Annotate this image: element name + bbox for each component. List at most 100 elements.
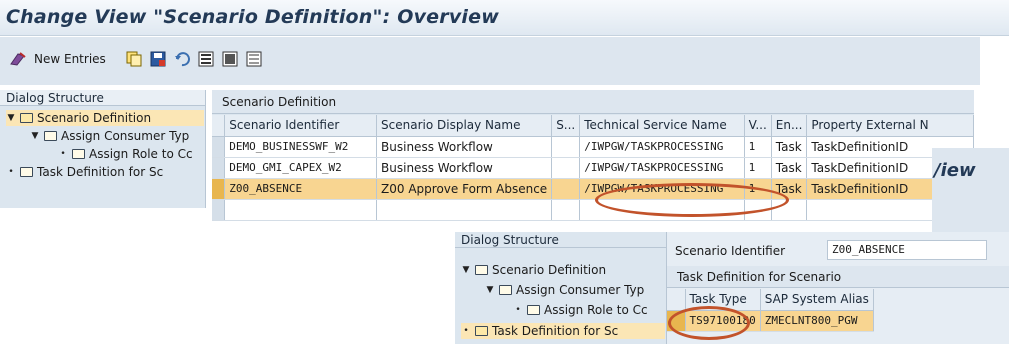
overlay-detail-area: Scenario Identifier Z00_ABSENCE Task Def… (667, 232, 1009, 344)
copy-button[interactable] (126, 49, 142, 69)
column-header[interactable]: S... (551, 115, 581, 137)
tree-item-scenario-definition[interactable]: ▼ Scenario Definition (6, 110, 204, 126)
expand-icon[interactable]: ▼ (485, 282, 495, 298)
row-selector[interactable] (212, 178, 226, 200)
bullet-icon: • (463, 326, 469, 336)
save-button[interactable] (150, 49, 166, 69)
row-selector[interactable] (212, 199, 226, 221)
cell-identifier[interactable]: DEMO_GMI_CAPEX_W2 (224, 157, 378, 179)
column-header[interactable]: Technical Service Name (579, 115, 745, 137)
cell-version[interactable]: 1 (744, 178, 772, 200)
tree-item-label: Scenario Definition (37, 111, 152, 125)
column-header[interactable]: En... (771, 115, 808, 137)
empty-cell[interactable] (771, 199, 808, 221)
cell-identifier[interactable]: DEMO_BUSINESSWF_W2 (224, 136, 378, 158)
cell-version[interactable]: 1 (744, 136, 772, 158)
empty-cell[interactable] (224, 199, 378, 221)
tree-item-label: Assign Role to Cc (89, 147, 193, 161)
cell-entity[interactable]: Task (771, 157, 808, 179)
undo-button[interactable] (174, 49, 190, 69)
tree-item-task-definition[interactable]: • Task Definition for Sc (6, 164, 163, 180)
deselect-button[interactable] (246, 49, 262, 69)
cell-service[interactable]: /IWPGW/TASKPROCESSING (579, 178, 745, 200)
select-all-button[interactable] (198, 49, 214, 69)
cell-display-name[interactable]: Z00 Approve Form Absence (376, 178, 553, 200)
folder-icon (475, 265, 488, 275)
cell-system-alias[interactable]: ZMECLNT800_PGW (760, 310, 874, 332)
scenario-identifier-label: Scenario Identifier (675, 244, 786, 258)
column-header[interactable]: Scenario Display Name (376, 115, 553, 137)
cell-s[interactable] (551, 157, 581, 179)
save-icon (150, 51, 166, 67)
cell-task-type[interactable]: TS97100180 (685, 310, 761, 332)
task-definition-caption: Task Definition for Scenario (667, 266, 1009, 288)
background-title-fragment: /iew (934, 160, 976, 181)
overlay-dialog-structure-panel: Dialog Structure ▼ Scenario Definition ▼… (455, 232, 667, 344)
folder-icon (72, 149, 85, 159)
empty-cell[interactable] (744, 199, 772, 221)
column-header[interactable]: SAP System Alias (760, 289, 874, 311)
select-all-icon (198, 51, 214, 67)
cell-display-name[interactable]: Business Workflow (376, 157, 553, 179)
column-header[interactable]: Property External N (806, 115, 974, 137)
expand-icon[interactable]: ▼ (461, 262, 471, 278)
tree-item-label: Task Definition for Sc (37, 165, 164, 179)
page-title: Change View "Scenario Definition": Overv… (6, 6, 499, 28)
title-bar: Change View "Scenario Definition": Overv… (0, 0, 1009, 36)
tree-item-assign-role[interactable]: • Assign Role to Cc (58, 146, 193, 162)
folder-icon (44, 131, 57, 141)
tree-item-assign-consumer-type[interactable]: ▼ Assign Consumer Typ (30, 128, 190, 144)
cell-entity[interactable]: Task (771, 178, 808, 200)
cell-s[interactable] (551, 136, 581, 158)
overlay-tree-item-task-definition[interactable]: • Task Definition for Sc (461, 323, 665, 339)
row-selector-header[interactable] (212, 115, 226, 137)
scenario-definition-grid: Scenario Definition Scenario Identifier … (212, 90, 974, 221)
overlay-tree-item-assign-role[interactable]: • Assign Role to Cc (513, 302, 647, 318)
cell-display-name[interactable]: Business Workflow (376, 136, 553, 158)
undo-icon (175, 52, 190, 67)
column-header[interactable]: Scenario Identifier (224, 115, 378, 137)
cell-service[interactable]: /IWPGW/TASKPROCESSING (579, 136, 745, 158)
cell-entity[interactable]: Task (771, 136, 808, 158)
row-selector-header[interactable] (667, 289, 686, 311)
bullet-icon: • (515, 305, 521, 315)
empty-cell[interactable] (376, 199, 553, 221)
dialog-structure-panel: Dialog Structure ▼ Scenario Definition ▼… (0, 90, 206, 208)
background-window-fragment: /iew (932, 148, 1009, 232)
task-definition-table: Task Type SAP System Alias TS97100180 ZM… (667, 289, 874, 332)
cell-service[interactable]: /IWPGW/TASKPROCESSING (579, 157, 745, 179)
table-row-selected[interactable]: TS97100180 ZMECLNT800_PGW (667, 310, 874, 332)
expand-icon[interactable]: ▼ (30, 128, 40, 144)
row-selector[interactable] (212, 157, 226, 179)
new-entries-button[interactable]: New Entries (8, 49, 106, 69)
table-row[interactable]: DEMO_BUSINESSWF_W2 Business Workflow /IW… (212, 136, 974, 158)
scenario-identifier-field[interactable]: Z00_ABSENCE (827, 240, 987, 260)
cell-s[interactable] (551, 178, 581, 200)
new-entries-label: New Entries (34, 52, 106, 66)
deselect-icon (246, 51, 262, 67)
cell-version[interactable]: 1 (744, 157, 772, 179)
overlay-tree-item-assign-consumer-type[interactable]: ▼ Assign Consumer Typ (485, 282, 645, 298)
column-header[interactable]: V... (744, 115, 772, 137)
dialog-structure-heading: Dialog Structure (0, 90, 205, 106)
toolbar: New Entries (0, 37, 980, 85)
expand-icon[interactable]: ▼ (6, 110, 16, 126)
folder-icon (499, 285, 512, 295)
row-selector[interactable] (212, 136, 226, 158)
folder-open-icon (20, 113, 33, 123)
empty-cell[interactable] (579, 199, 745, 221)
overlay-tree-item-scenario-definition[interactable]: ▼ Scenario Definition (461, 262, 607, 278)
row-selector[interactable] (667, 310, 686, 332)
table-row[interactable]: DEMO_GMI_CAPEX_W2 Business Workflow /IWP… (212, 157, 974, 179)
cell-identifier[interactable]: Z00_ABSENCE (224, 178, 378, 200)
overlay-screenshot: Dialog Structure ▼ Scenario Definition ▼… (455, 232, 1009, 344)
folder-open-icon (475, 326, 488, 336)
select-block-icon (222, 51, 238, 67)
empty-cell[interactable] (551, 199, 581, 221)
select-block-button[interactable] (222, 49, 238, 69)
tree-item-label: Assign Consumer Typ (516, 283, 645, 297)
tree-item-label: Task Definition for Sc (492, 324, 619, 338)
table-row-selected[interactable]: Z00_ABSENCE Z00 Approve Form Absence /IW… (212, 178, 974, 200)
column-header[interactable]: Task Type (685, 289, 761, 311)
grid-caption: Scenario Definition (212, 90, 974, 114)
